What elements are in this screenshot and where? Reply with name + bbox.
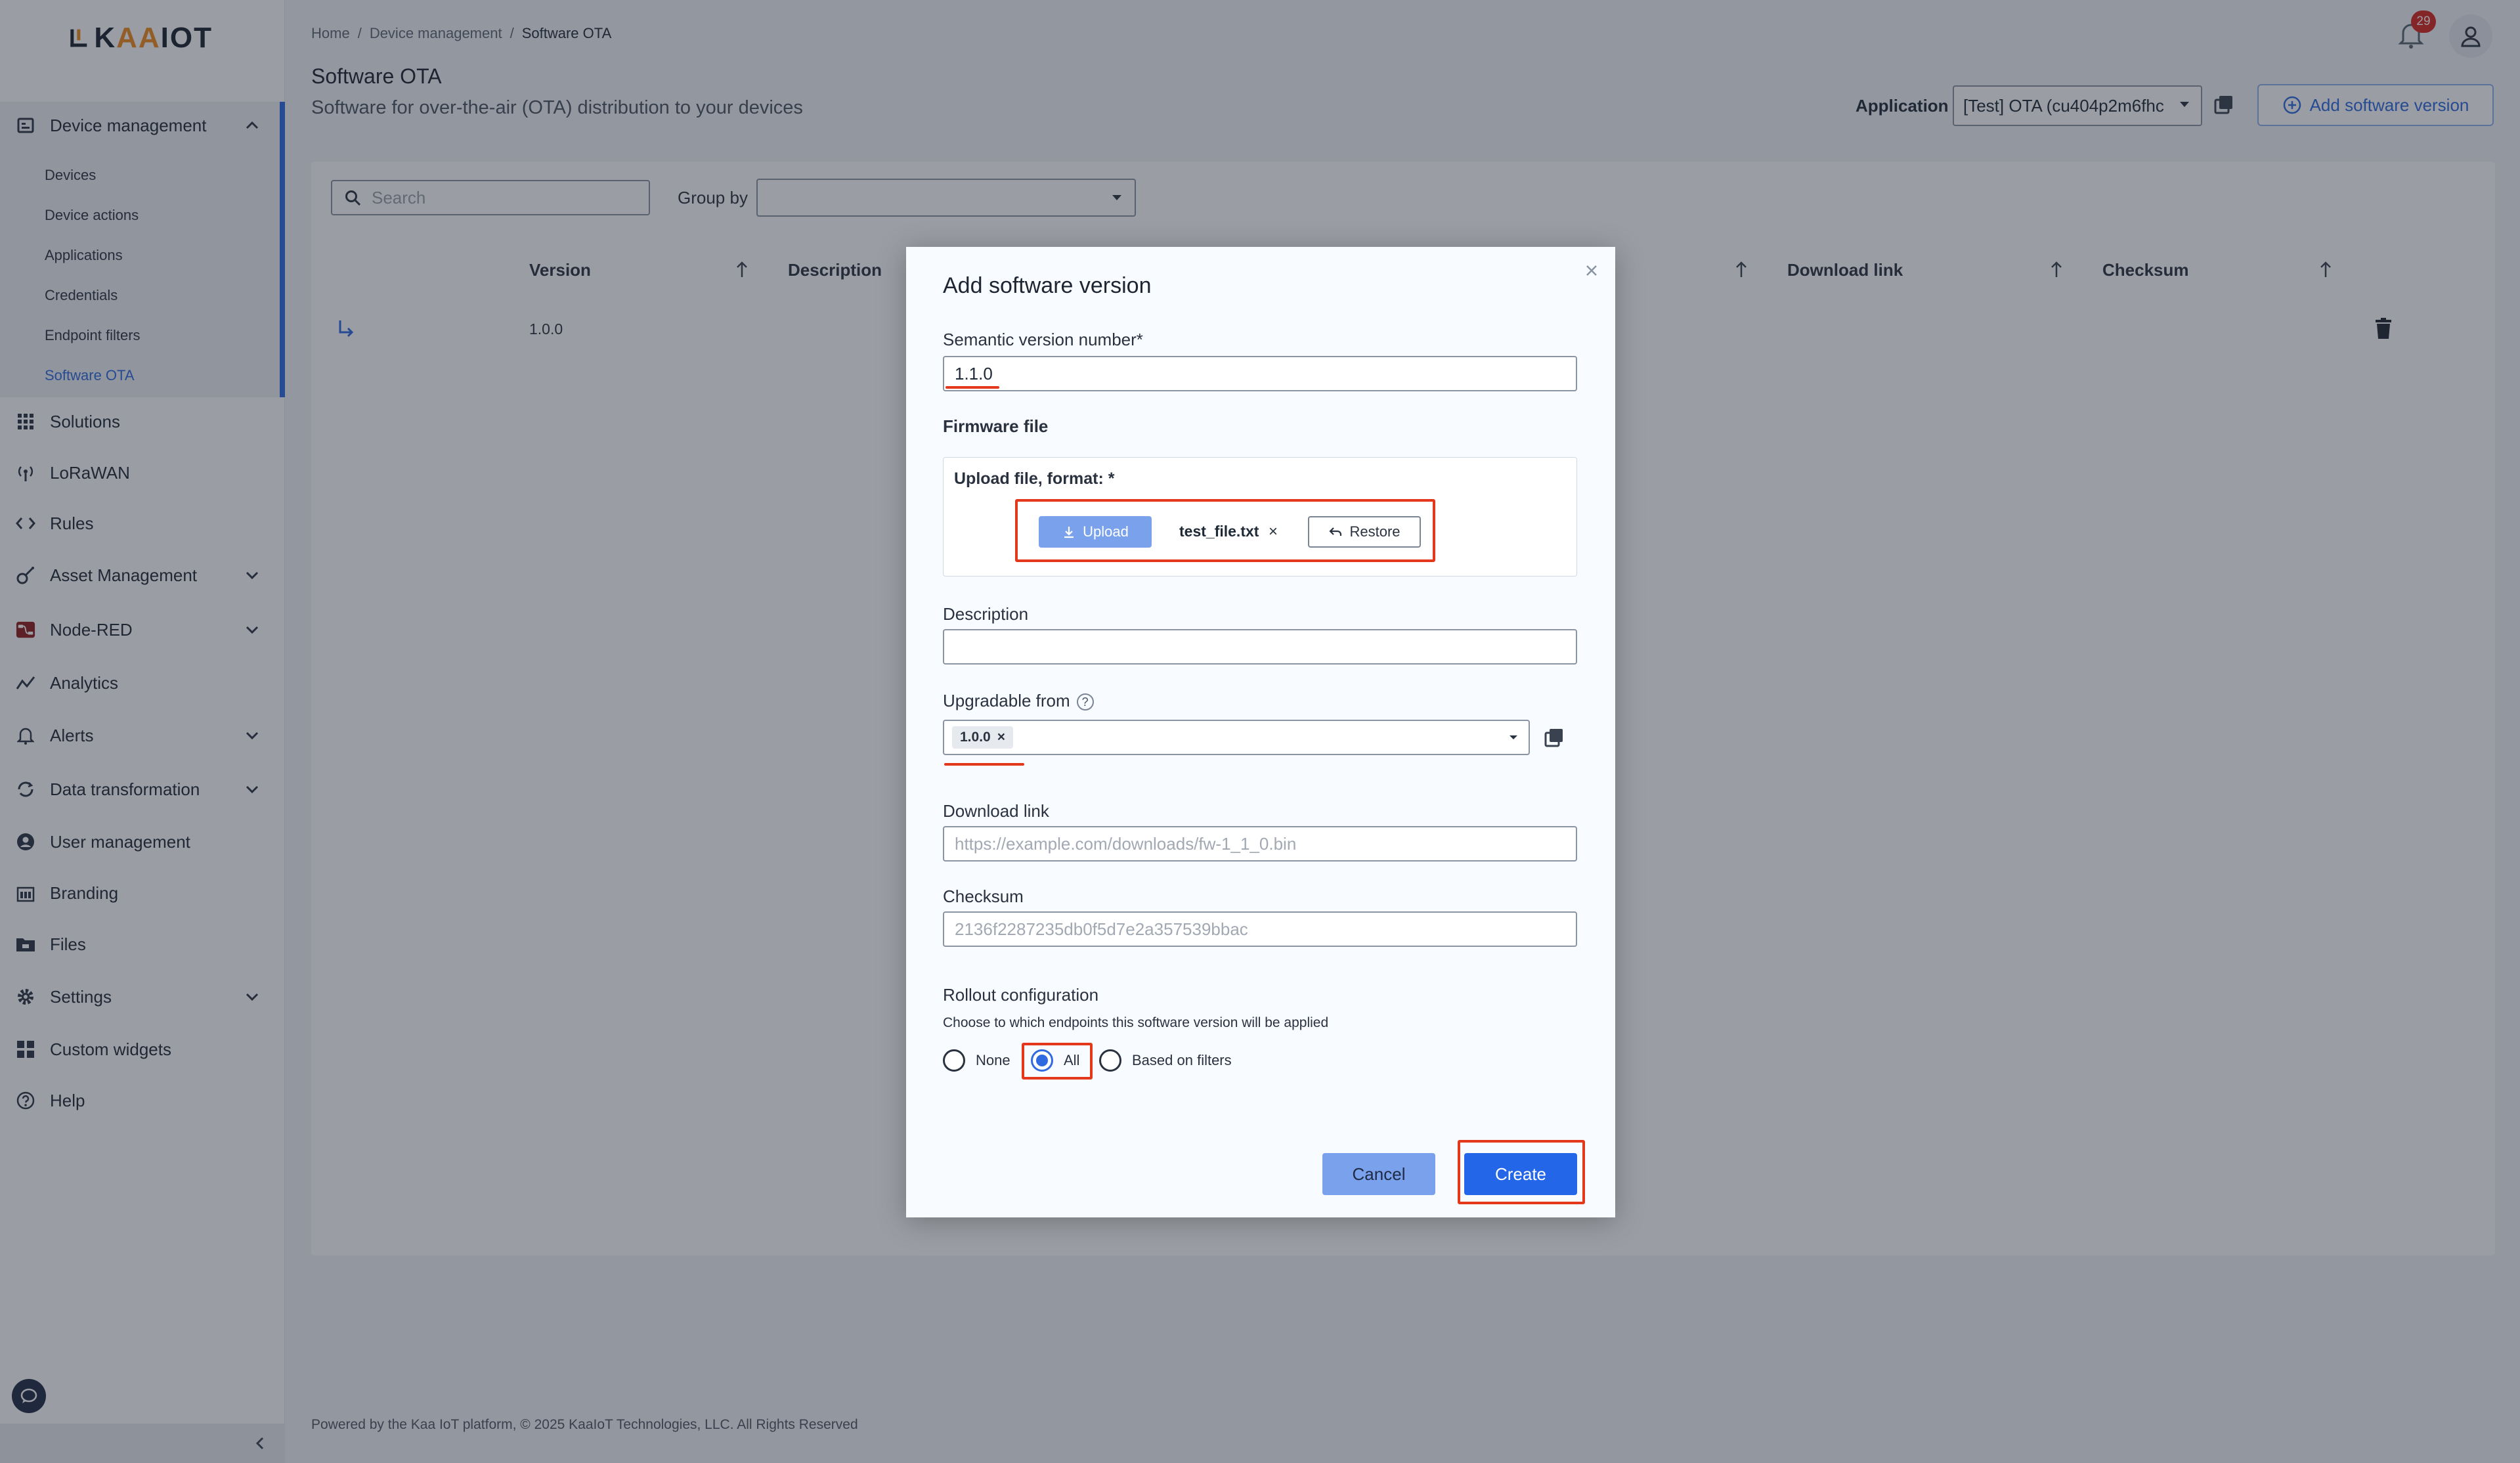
upgradable-from-label: Upgradable from?	[943, 691, 1094, 711]
download-link-placeholder: https://example.com/downloads/fw-1_1_0.b…	[955, 833, 1297, 854]
caret-down-icon	[1505, 729, 1522, 749]
checksum-placeholder: 2136f2287235db0f5d7e2a357539bbac	[955, 919, 1248, 939]
download-arrow-icon	[1064, 527, 1074, 538]
download-link-label: Download link	[943, 801, 1049, 821]
cancel-button[interactable]: Cancel	[1322, 1153, 1435, 1195]
radio-circle	[943, 1049, 965, 1072]
dialog-title: Add software version	[943, 273, 1152, 298]
semantic-version-input[interactable]: 1.1.0	[943, 356, 1577, 391]
firmware-file-label: Firmware file	[943, 416, 1049, 436]
upgradable-from-select[interactable]: 1.0.0 ×	[943, 720, 1530, 755]
rollout-radio-based-on-filters[interactable]: Based on filters	[1099, 1049, 1232, 1072]
upload-button-label: Upload	[1083, 523, 1129, 540]
rollout-radio-all[interactable]: All	[1031, 1049, 1079, 1072]
close-icon[interactable]	[1582, 261, 1601, 280]
radio-circle-selected	[1031, 1049, 1053, 1072]
highlight-underline	[945, 386, 999, 389]
rollout-configuration-label: Rollout configuration	[943, 985, 1099, 1005]
restore-button[interactable]: Restore	[1308, 516, 1421, 548]
upgradable-from-text: Upgradable from	[943, 691, 1070, 710]
upload-button[interactable]: Upload	[1039, 516, 1152, 548]
version-chip: 1.0.0 ×	[952, 726, 1013, 749]
rollout-radio-none[interactable]: None	[943, 1049, 1010, 1072]
radio-label: Based on filters	[1132, 1052, 1232, 1068]
radio-label: None	[976, 1052, 1010, 1068]
rollout-hint: Choose to which endpoints this software …	[943, 1015, 1329, 1030]
help-question-icon[interactable]: ?	[1076, 693, 1094, 711]
description-input[interactable]	[943, 629, 1577, 665]
checksum-input[interactable]: 2136f2287235db0f5d7e2a357539bbac	[943, 911, 1577, 947]
radio-label: All	[1064, 1052, 1080, 1068]
semantic-version-value: 1.1.0	[955, 363, 993, 383]
add-software-version-dialog: Add software version Semantic version nu…	[906, 247, 1615, 1217]
highlight-underline	[944, 763, 1024, 766]
semantic-version-label: Semantic version number*	[943, 330, 1143, 349]
uploaded-file-name: test_file.txt	[1179, 523, 1259, 540]
copy-versions-button[interactable]	[1543, 726, 1565, 749]
create-button[interactable]: Create	[1464, 1153, 1577, 1195]
radio-circle	[1099, 1049, 1121, 1072]
upload-file-label: Upload file, format: *	[954, 469, 1115, 488]
version-chip-label: 1.0.0	[960, 730, 991, 745]
description-label: Description	[943, 604, 1029, 624]
copy-icon	[1544, 729, 1563, 747]
download-link-input[interactable]: https://example.com/downloads/fw-1_1_0.b…	[943, 826, 1577, 862]
chip-remove-button[interactable]: ×	[997, 730, 1005, 745]
remove-file-button[interactable]: ×	[1269, 523, 1278, 541]
undo-icon	[1329, 527, 1342, 536]
restore-button-label: Restore	[1349, 523, 1401, 540]
checksum-label: Checksum	[943, 886, 1024, 906]
